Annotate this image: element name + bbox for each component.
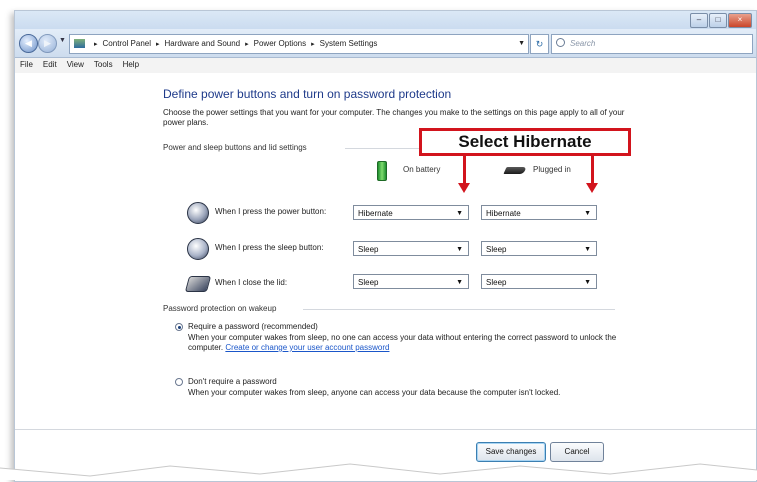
menu-help[interactable]: Help (118, 58, 144, 71)
forward-arrow-icon: ▶ (44, 38, 51, 48)
chevron-down-icon: ▼ (456, 279, 463, 286)
select-hibernate-callout: Select Hibernate (419, 128, 631, 156)
chevron-down-icon: ▼ (584, 210, 591, 217)
battery-icon (377, 161, 387, 181)
sleep-button-label: When I press the sleep button: (215, 243, 324, 252)
plug-icon (503, 167, 527, 174)
refresh-button[interactable]: ↻ (530, 34, 549, 54)
back-button[interactable]: ◀ (19, 34, 38, 53)
dont-require-password-label[interactable]: Don't require a password (188, 377, 277, 386)
recent-pages-dropdown[interactable]: ▼ (59, 37, 66, 44)
callout-arrow-left (463, 156, 466, 184)
close-lid-label: When I close the lid: (215, 278, 288, 287)
breadcrumb-separator-icon: ▸ (311, 41, 315, 48)
page-title: Define power buttons and turn on passwor… (163, 87, 452, 101)
chevron-down-icon: ▼ (456, 210, 463, 217)
callout-arrow-right (591, 156, 594, 184)
select-value: Sleep (358, 278, 379, 287)
breadcrumb-control-panel[interactable]: Control Panel (103, 39, 151, 48)
breadcrumb-separator-icon: ▸ (156, 41, 160, 48)
menu-edit[interactable]: Edit (38, 58, 62, 71)
select-value: Hibernate (358, 209, 393, 218)
power-button-label: When I press the power button: (215, 207, 327, 216)
dont-require-password-radio[interactable] (175, 378, 183, 386)
torn-edge-decoration (0, 463, 757, 480)
breadcrumb-system-settings[interactable]: System Settings (320, 39, 378, 48)
page-description: Choose the power settings that you want … (163, 108, 625, 127)
dont-require-password-description: When your computer wakes from sleep, any… (188, 388, 561, 397)
close-lid-on-battery-select[interactable]: Sleep ▼ (353, 274, 469, 289)
minimize-button[interactable]: – (690, 13, 708, 28)
callout-arrowhead-left (458, 183, 470, 193)
back-arrow-icon: ◀ (25, 38, 32, 48)
menu-view[interactable]: View (62, 58, 89, 71)
change-password-link[interactable]: Create or change your user account passw… (225, 343, 389, 352)
column-plugged-in: Plugged in (533, 165, 571, 174)
control-panel-window: – □ × ◀ ▶ ▼ ▸ Control Panel ▸ Hardware and … (14, 10, 757, 482)
menu-tools[interactable]: Tools (89, 58, 118, 71)
search-input[interactable]: Search (551, 34, 753, 54)
chevron-down-icon: ▼ (584, 246, 591, 253)
address-bar[interactable]: ▸ Control Panel ▸ Hardware and Sound ▸ Power … (69, 34, 529, 54)
chevron-down-icon: ▼ (456, 246, 463, 253)
column-on-battery: On battery (403, 165, 441, 174)
laptop-lid-icon (184, 276, 212, 292)
power-button-plugged-in-select[interactable]: Hibernate ▼ (481, 205, 597, 220)
footer-divider (15, 429, 756, 430)
power-button-icon (187, 202, 209, 224)
caption-buttons: – □ × (690, 13, 752, 28)
refresh-icon: ↻ (535, 39, 544, 49)
breadcrumb-separator-icon: ▸ (94, 41, 98, 48)
maximize-button[interactable]: □ (709, 13, 727, 28)
power-button-on-battery-select[interactable]: Hibernate ▼ (353, 205, 469, 220)
forward-button[interactable]: ▶ (38, 34, 57, 53)
chevron-down-icon: ▼ (584, 279, 591, 286)
main-content: Define power buttons and turn on passwor… (15, 73, 756, 481)
section-password-title: Password protection on wakeup (163, 304, 277, 313)
menu-file[interactable]: File (15, 58, 38, 71)
select-value: Sleep (486, 245, 507, 254)
select-value: Sleep (486, 278, 507, 287)
select-value: Hibernate (486, 209, 521, 218)
address-dropdown-icon[interactable]: ▼ (518, 35, 525, 53)
breadcrumb-hardware-and-sound[interactable]: Hardware and Sound (165, 39, 241, 48)
close-button[interactable]: × (728, 13, 752, 28)
close-lid-plugged-in-select[interactable]: Sleep ▼ (481, 274, 597, 289)
chevron-down-icon: ▼ (59, 37, 66, 44)
search-icon (556, 38, 565, 47)
sleep-button-icon (187, 238, 209, 260)
require-password-description: When your computer wakes from sleep, no … (188, 333, 648, 353)
section-divider (303, 309, 615, 310)
section-power-buttons-title: Power and sleep buttons and lid settings (163, 143, 307, 152)
require-password-label[interactable]: Require a password (recommended) (188, 322, 318, 331)
sleep-button-on-battery-select[interactable]: Sleep ▼ (353, 241, 469, 256)
callout-arrowhead-right (586, 183, 598, 193)
require-password-radio[interactable] (175, 323, 183, 331)
search-placeholder: Search (570, 39, 596, 48)
address-toolbar: ◀ ▶ ▼ ▸ Control Panel ▸ Hardware and Sound ▸… (15, 29, 756, 58)
sleep-button-plugged-in-select[interactable]: Sleep ▼ (481, 241, 597, 256)
menu-bar: File Edit View Tools Help (15, 58, 756, 72)
breadcrumb-power-options[interactable]: Power Options (254, 39, 306, 48)
control-panel-icon (74, 39, 85, 49)
breadcrumb-separator-icon: ▸ (245, 41, 249, 48)
select-value: Sleep (358, 245, 379, 254)
